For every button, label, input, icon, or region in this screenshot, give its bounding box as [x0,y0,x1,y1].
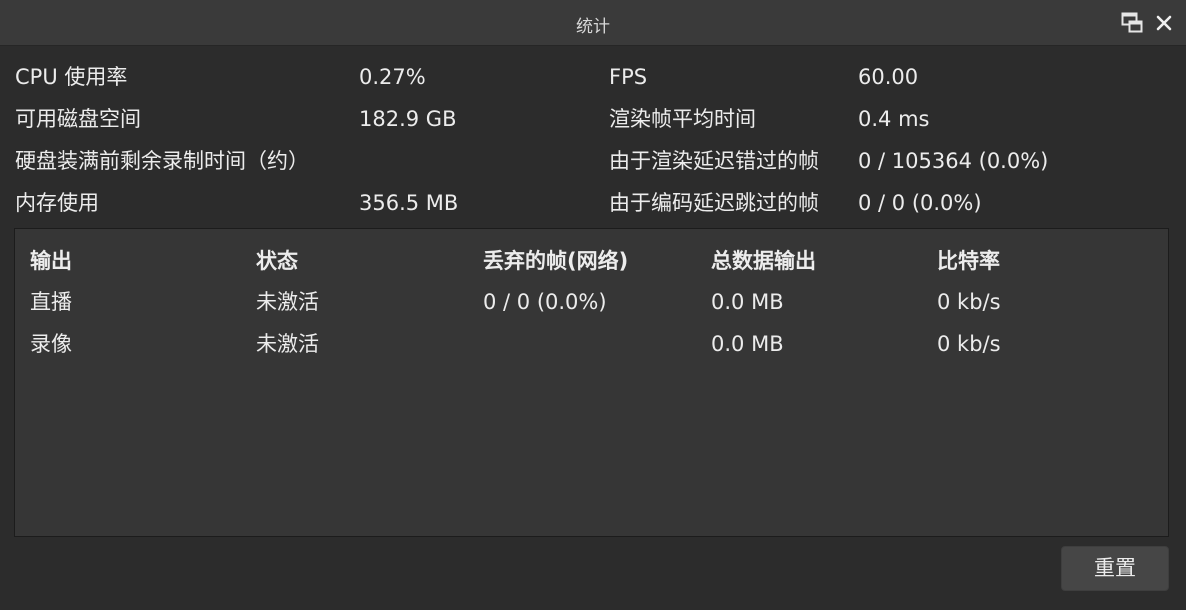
row-stream-total: 0.0 MB [711,290,784,314]
row-stream-dropped: 0 / 0 (0.0%) [483,290,607,314]
window-title: 统计 [576,17,610,37]
stat-label-memory: 内存使用 [15,191,99,215]
row-stream-bitrate: 0 kb/s [937,290,1001,314]
row-stream-status: 未激活 [256,290,319,314]
row-record-output: 录像 [30,332,72,356]
row-record-bitrate: 0 kb/s [937,332,1001,356]
stat-label-fps: FPS [609,65,648,89]
output-table: 输出 状态 丢弃的帧(网络) 总数据输出 比特率 直播 未激活 0 / 0 (0… [14,228,1169,537]
stat-value-disk: 182.9 GB [359,107,457,131]
stat-value-skipped-frames: 0 / 0 (0.0%) [858,191,982,215]
stat-value-cpu: 0.27% [359,65,426,89]
stat-label-remaining-time: 硬盘装满前剩余录制时间（约） [15,149,309,173]
header-output: 输出 [30,249,72,273]
row-record-total: 0.0 MB [711,332,784,356]
header-bitrate: 比特率 [937,249,1000,273]
stat-value-fps: 60.00 [858,65,919,89]
stat-label-cpu: CPU 使用率 [15,65,128,89]
stat-value-missed-frames: 0 / 105364 (0.0%) [858,149,1049,173]
float-window-icon[interactable] [1121,12,1143,34]
close-icon[interactable] [1153,12,1175,34]
row-stream-output: 直播 [30,290,72,314]
stat-label-disk: 可用磁盘空间 [15,107,141,131]
title-bar: 统计 [0,0,1186,46]
reset-button[interactable]: 重置 [1061,546,1169,591]
stat-label-skipped-frames: 由于编码延迟跳过的帧 [609,191,819,215]
header-dropped-frames: 丢弃的帧(网络) [483,249,629,273]
stat-label-render-time: 渲染帧平均时间 [609,107,756,131]
row-record-status: 未激活 [256,332,319,356]
stat-value-render-time: 0.4 ms [858,107,930,131]
header-status: 状态 [256,249,298,273]
stat-value-memory: 356.5 MB [359,191,459,215]
stats-window: 统计 CPU 使用率 0.27% 可用磁盘空间 182.9 GB 硬盘装满前剩余… [0,0,1186,610]
stat-label-missed-frames: 由于渲染延迟错过的帧 [609,149,819,173]
header-total-output: 总数据输出 [711,249,816,273]
